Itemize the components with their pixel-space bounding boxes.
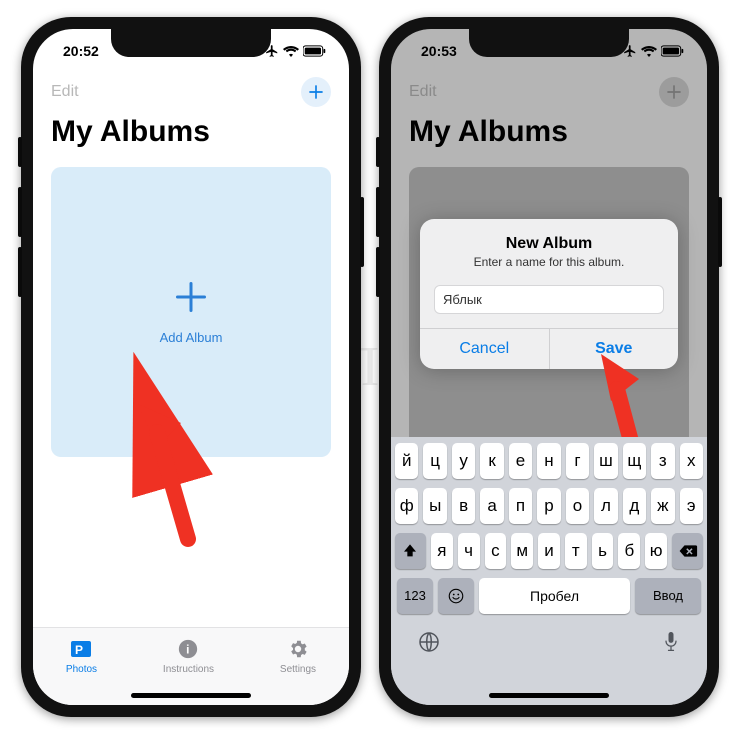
home-indicator[interactable]: [489, 693, 609, 698]
page-title: My Albums: [33, 109, 349, 167]
cancel-button[interactable]: Cancel: [420, 329, 550, 369]
save-button[interactable]: Save: [550, 329, 679, 369]
dialog-subtitle: Enter a name for this album.: [432, 255, 666, 269]
key-л[interactable]: л: [594, 488, 617, 524]
tab-photos[interactable]: P Photos: [66, 636, 97, 705]
key-ж[interactable]: ж: [651, 488, 674, 524]
key-щ[interactable]: щ: [623, 443, 646, 479]
phone-left: 20:52 Edit My Albums Add Album P: [21, 17, 361, 717]
info-icon: i: [175, 636, 201, 662]
key-я[interactable]: я: [431, 533, 453, 569]
key-о[interactable]: о: [566, 488, 589, 524]
key-е[interactable]: е: [509, 443, 532, 479]
tab-label: Instructions: [163, 664, 214, 675]
space-key[interactable]: Пробел: [479, 578, 630, 614]
enter-key[interactable]: Ввод: [635, 578, 701, 614]
key-ч[interactable]: ч: [458, 533, 480, 569]
key-ш[interactable]: ш: [594, 443, 617, 479]
key-з[interactable]: з: [651, 443, 674, 479]
key-б[interactable]: б: [618, 533, 640, 569]
key-ь[interactable]: ь: [592, 533, 614, 569]
emoji-key[interactable]: [438, 578, 474, 614]
backspace-key[interactable]: [672, 533, 703, 569]
key-д[interactable]: д: [623, 488, 646, 524]
key-х[interactable]: х: [680, 443, 703, 479]
emoji-icon: [447, 587, 465, 605]
key-в[interactable]: в: [452, 488, 475, 524]
wifi-icon: [283, 45, 299, 57]
key-г[interactable]: г: [566, 443, 589, 479]
add-button[interactable]: [301, 77, 331, 107]
svg-text:i: i: [187, 642, 190, 656]
notch: [469, 29, 629, 57]
new-album-dialog: New Album Enter a name for this album. Я…: [420, 219, 678, 369]
photos-icon: P: [68, 636, 94, 662]
key-с[interactable]: с: [485, 533, 507, 569]
edit-button[interactable]: Edit: [51, 83, 79, 101]
keyboard[interactable]: йцукенгшщзх фывапролджэ ячсмитьбю 123 Пр…: [391, 437, 707, 705]
album-name-input[interactable]: Яблык: [434, 285, 664, 314]
gear-icon: [285, 636, 311, 662]
plus-icon: [307, 83, 325, 101]
key-н[interactable]: н: [537, 443, 560, 479]
add-album-label: Add Album: [160, 330, 223, 345]
globe-icon: [417, 630, 441, 654]
shift-icon: [402, 543, 418, 559]
key-ф[interactable]: ф: [395, 488, 418, 524]
status-icons: [265, 44, 327, 58]
key-ц[interactable]: ц: [423, 443, 446, 479]
backspace-icon: [678, 544, 698, 558]
add-album-card[interactable]: Add Album: [51, 167, 331, 457]
dictation-key[interactable]: [661, 630, 681, 659]
key-и[interactable]: и: [538, 533, 560, 569]
plus-icon: [173, 279, 209, 322]
dialog-title: New Album: [432, 235, 666, 253]
tab-label: Settings: [280, 664, 316, 675]
notch: [111, 29, 271, 57]
svg-text:P: P: [75, 643, 83, 657]
globe-key[interactable]: [417, 630, 441, 659]
key-а[interactable]: а: [480, 488, 503, 524]
key-р[interactable]: р: [537, 488, 560, 524]
key-ю[interactable]: ю: [645, 533, 667, 569]
key-ы[interactable]: ы: [423, 488, 446, 524]
phone-right: 20:53 Edit My Albums New Album Enter a n…: [379, 17, 719, 717]
key-м[interactable]: м: [511, 533, 533, 569]
mic-icon: [661, 630, 681, 654]
key-э[interactable]: э: [680, 488, 703, 524]
home-indicator[interactable]: [131, 693, 251, 698]
battery-icon: [303, 45, 327, 57]
key-у[interactable]: у: [452, 443, 475, 479]
status-time: 20:52: [63, 43, 99, 59]
key-к[interactable]: к: [480, 443, 503, 479]
key-п[interactable]: п: [509, 488, 532, 524]
numeric-key[interactable]: 123: [397, 578, 433, 614]
shift-key[interactable]: [395, 533, 426, 569]
key-т[interactable]: т: [565, 533, 587, 569]
tab-label: Photos: [66, 664, 97, 675]
key-й[interactable]: й: [395, 443, 418, 479]
tab-settings[interactable]: Settings: [280, 636, 316, 705]
